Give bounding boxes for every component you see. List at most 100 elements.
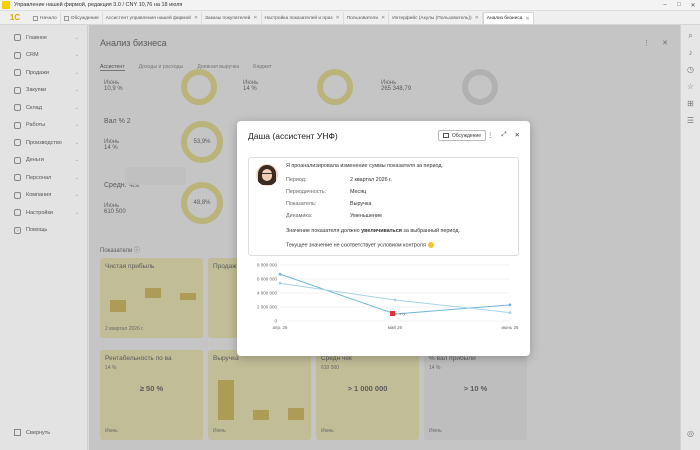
close-tab-icon[interactable]: ✕ — [475, 15, 479, 21]
sidebar-item-main[interactable]: Главное ⌄ — [0, 29, 87, 47]
tab-users[interactable]: Пользователи ✕ — [344, 12, 390, 24]
chat-icon — [442, 133, 449, 138]
tab-interface[interactable]: Интерфейс (Акулы (Пользователь)) ✕ — [389, 12, 483, 24]
tab-settings[interactable]: Настройка показателей и праз ✕ — [262, 12, 344, 24]
discussion-button[interactable]: Обсуждение — [437, 130, 486, 141]
x-tick-label: май 26 — [388, 324, 403, 330]
more-icon[interactable]: ⋮ — [487, 131, 494, 139]
sidebar-item-settings[interactable]: Настройки ⌄ — [0, 204, 87, 222]
tab-orders[interactable]: Заказы покупателей ✕ — [202, 12, 262, 24]
factory-icon — [14, 139, 21, 147]
tab-label: Обсуждения — [70, 15, 99, 21]
dialog-title: Даша (ассистент УНФ) — [248, 131, 338, 141]
sidebar-item-staff[interactable]: Персонал ⌄ — [0, 169, 87, 187]
building-icon — [14, 191, 21, 199]
expand-icon[interactable]: ⤢ — [501, 131, 506, 139]
minimize-icon[interactable]: – — [658, 2, 672, 9]
help-icon[interactable]: ◎ — [686, 429, 695, 438]
discussion-label: Обсуждение — [451, 132, 481, 139]
avatar-glasses — [262, 173, 272, 176]
param-key: Периодичность: — [286, 189, 327, 195]
dialog-controls: ⋮ ⤢ ✕ — [487, 131, 520, 139]
data-point[interactable] — [278, 272, 282, 276]
avatar — [256, 164, 278, 186]
marker-label: + 0 — [399, 312, 405, 317]
sidebar-item-production[interactable]: Производство ⌄ — [0, 134, 87, 152]
chevron-down-icon: ⌄ — [74, 174, 79, 181]
sidebar-item-warehouse[interactable]: Склад ⌄ — [0, 99, 87, 117]
grid-icon[interactable]: ⊞ — [686, 99, 695, 108]
gear-icon — [14, 209, 21, 217]
param-row: Динамика: Уменьшение — [286, 213, 382, 219]
collapse-icon — [14, 429, 21, 436]
y-tick-label: 4 000 000 — [257, 291, 278, 296]
money-icon — [14, 156, 21, 164]
param-row: Периодичность: Месяц — [286, 189, 366, 195]
revenue-line-chart: 8 000 000 6 000 000 4 000 000 2 000 000 0апр… — [257, 263, 519, 330]
sidebar-item-label: Работы — [26, 122, 46, 129]
app-logo-icon — [2, 1, 10, 9]
search-icon[interactable]: ⌕ — [686, 31, 695, 40]
assistant-dialog: Даша (ассистент УНФ) Обсуждение ⋮ ⤢ ✕ Я … — [237, 121, 530, 356]
star-icon[interactable]: ☆ — [686, 82, 695, 91]
y-tick-label: 8 000 000 — [257, 263, 278, 268]
note-text: Значение показателя должно — [286, 228, 362, 234]
data-point[interactable] — [278, 281, 282, 285]
close-window-icon[interactable]: ✕ — [686, 2, 700, 9]
sidebar-item-help[interactable]: ? Помощь — [0, 222, 87, 240]
filter-icon[interactable]: ☰ — [686, 116, 695, 125]
sidebar-item-crm[interactable]: CRM ⌄ — [0, 47, 87, 65]
sad-emoji-icon — [427, 242, 434, 248]
sidebar-item-label: Помощь — [26, 227, 48, 234]
title-bar: Управление нашей фирмой, редакция 3.0 / … — [0, 0, 700, 11]
sidebar-item-works[interactable]: Работы ⌄ — [0, 117, 87, 135]
maximize-icon[interactable]: □ — [672, 2, 686, 9]
grid-icon — [14, 34, 21, 42]
sidebar-item-label: Персонал — [26, 174, 52, 181]
bell-icon[interactable]: ♪ — [686, 48, 695, 57]
close-icon[interactable]: ✕ — [515, 131, 520, 139]
chevron-down-icon: ⌄ — [74, 52, 79, 59]
message-note-1: Значение показателя должно увеличиваться… — [286, 228, 460, 234]
close-tab-icon[interactable]: ✕ — [194, 15, 198, 21]
param-value: Уменьшение — [350, 213, 382, 219]
tab-business-analysis[interactable]: Анализ бизнеса ✕ — [482, 12, 534, 24]
window-title: Управление нашей фирмой, редакция 3.0 / … — [14, 2, 183, 8]
message-intro: Я проанализировала изменение суммы показ… — [286, 163, 444, 169]
tab-label: Заказы покупателей — [205, 15, 251, 21]
note-text: за выбранный период. — [401, 228, 460, 234]
tab-assistant[interactable]: Ассистент управления нашей фирмой ✕ — [103, 12, 203, 24]
param-key: Показатель: — [286, 201, 317, 207]
close-tab-icon[interactable]: ✕ — [525, 16, 529, 22]
sidebar-item-label: CRM — [26, 52, 39, 59]
sidebar-item-sales[interactable]: Продажи ⌄ — [0, 64, 87, 82]
tab-label: Пользователи — [346, 15, 379, 21]
close-tab-icon[interactable]: ✕ — [336, 15, 340, 21]
sidebar-item-label: Продажи — [26, 69, 49, 76]
data-point[interactable] — [393, 298, 397, 302]
collapse-sidebar-button[interactable]: Свернуть — [14, 429, 50, 436]
sidebar-item-company[interactable]: Компания ⌄ — [0, 187, 87, 205]
tab-discussions[interactable]: Обсуждения — [61, 12, 103, 24]
sidebar-item-money[interactable]: Деньги ⌄ — [0, 152, 87, 170]
history-icon[interactable]: ◷ — [686, 65, 695, 74]
param-row: Период: 2 квартал 2026 г. — [286, 177, 392, 183]
chevron-down-icon: ⌄ — [74, 209, 79, 216]
note-emphasis: увеличиваться — [361, 228, 402, 234]
chevron-down-icon: ⌄ — [74, 157, 79, 164]
tab-home[interactable]: Начало — [30, 12, 61, 24]
brand-logo: 1С — [9, 12, 21, 22]
wrench-icon — [14, 121, 21, 129]
chart-tooltip — [125, 167, 186, 185]
param-key: Динамика: — [286, 213, 313, 219]
data-point[interactable] — [508, 311, 512, 314]
crm-icon — [14, 51, 21, 59]
sidebar-item-purchases[interactable]: Закупки ⌄ — [0, 82, 87, 100]
close-tab-icon[interactable]: ✕ — [253, 15, 257, 21]
sidebar-item-label: Склад — [26, 104, 42, 111]
chevron-down-icon: ⌄ — [74, 69, 79, 76]
tab-label: Анализ бизнеса — [486, 16, 523, 21]
people-icon — [14, 174, 21, 182]
data-point[interactable] — [508, 303, 512, 307]
close-tab-icon[interactable]: ✕ — [381, 15, 385, 21]
